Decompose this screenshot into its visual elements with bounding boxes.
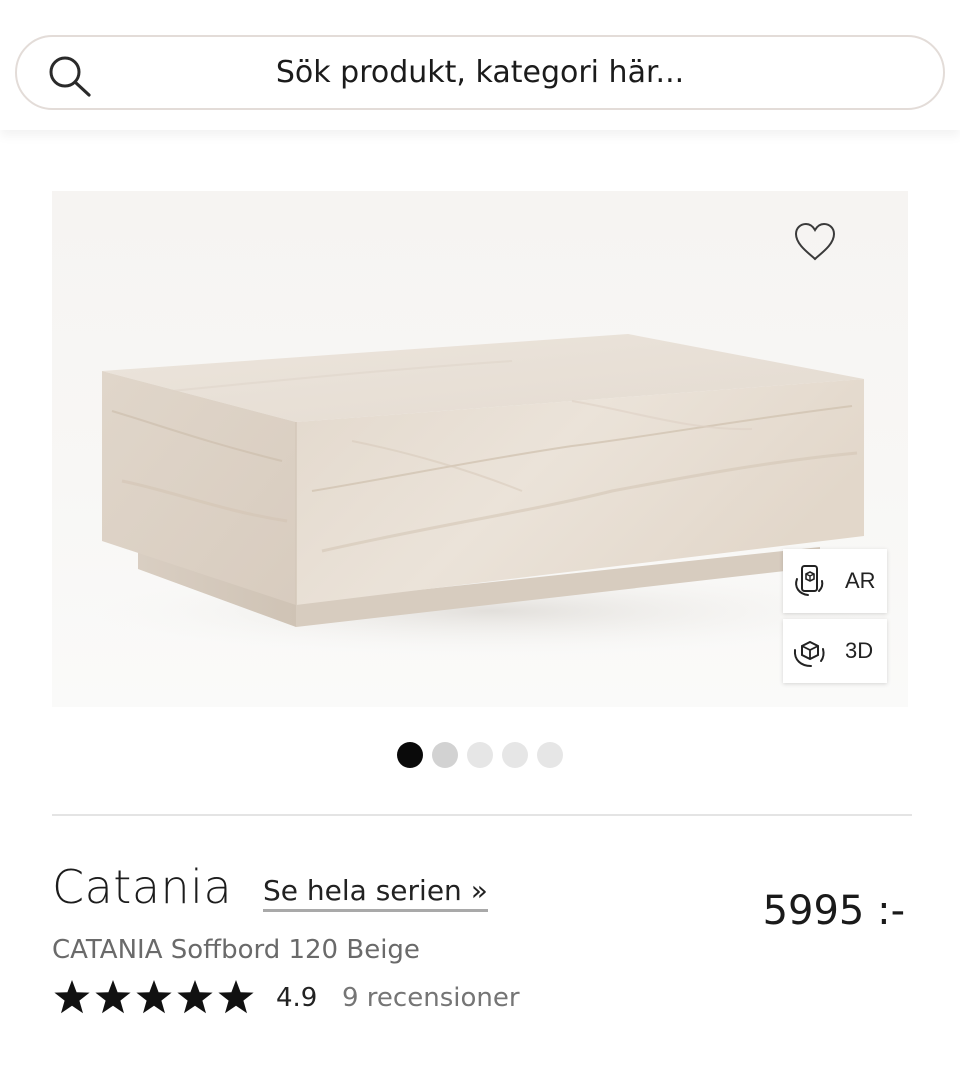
reviews-link[interactable]: 9 recensioner	[342, 983, 520, 1013]
search-input[interactable]: Sök produkt, kategori här...	[17, 37, 943, 108]
3d-label: 3D	[845, 638, 874, 663]
product-image-gallery[interactable]: AR 3D	[52, 191, 908, 707]
gallery-dot[interactable]	[397, 742, 423, 768]
product-name: CATANIA Soffbord 120 Beige	[52, 935, 420, 965]
divider	[52, 814, 912, 816]
cube-rotate-icon	[793, 640, 825, 667]
star-icon	[95, 980, 131, 1014]
star-icon	[136, 980, 172, 1014]
heart-outline-icon[interactable]	[792, 219, 838, 265]
header: Sök produkt, kategori här...	[0, 0, 960, 130]
search-bar[interactable]: Sök produkt, kategori här...	[15, 35, 945, 110]
3d-view-button[interactable]: 3D	[783, 619, 887, 683]
star-icon	[177, 980, 213, 1014]
product-price: 5995 :-	[762, 888, 905, 934]
gallery-dot[interactable]	[502, 742, 528, 768]
gallery-dot[interactable]	[432, 742, 458, 768]
star-icon	[218, 980, 254, 1014]
see-series-link[interactable]: Se hela serien »	[263, 874, 488, 912]
star-icon	[54, 980, 90, 1014]
rating-score: 4.9	[276, 983, 318, 1013]
product-brand: Catania	[52, 860, 233, 914]
ar-phone-cube-icon	[795, 565, 824, 596]
ar-label: AR	[845, 568, 876, 593]
gallery-dot[interactable]	[467, 742, 493, 768]
gallery-dot[interactable]	[537, 742, 563, 768]
ar-view-button[interactable]: AR	[783, 549, 887, 613]
product-image	[92, 334, 892, 656]
